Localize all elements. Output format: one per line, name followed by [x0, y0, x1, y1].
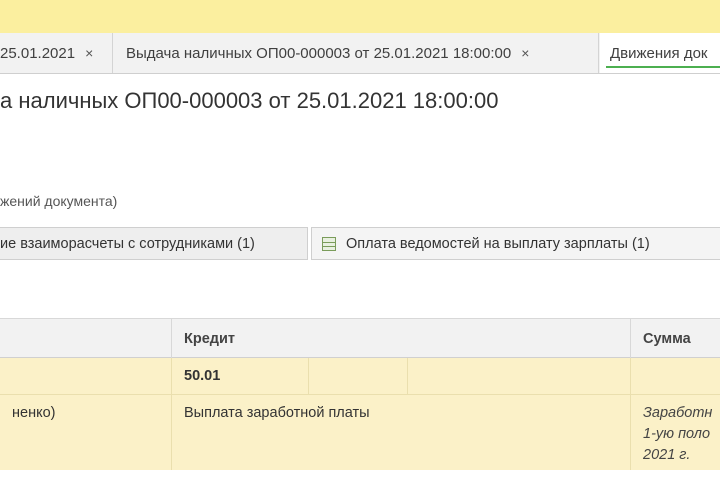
amount-cell — [631, 358, 720, 394]
amount-text-line: Заработн — [643, 405, 713, 421]
tab-label: 25.01.2021 — [0, 44, 76, 62]
close-icon[interactable]: × — [85, 45, 93, 61]
debit-cell — [0, 358, 172, 394]
register-tab-label: Оплата ведомостей на выплату зарплаты (1… — [346, 235, 650, 252]
column-header-debit[interactable] — [0, 319, 172, 358]
credit-account-cell: 50.01 — [172, 358, 309, 394]
table-header: Кредит Сумма — [0, 318, 720, 358]
table-row[interactable]: ненко) Выплата заработной платы Заработн… — [0, 395, 720, 470]
credit-subconto-cell — [309, 358, 408, 394]
credit-description-cell: Выплата заработной платы — [172, 395, 631, 470]
amount-text-line: 1-ую поло — [643, 426, 711, 442]
tab-label: Выдача наличных ОП00-000003 от 25.01.202… — [126, 44, 512, 62]
open-windows-tabbar: 25.01.2021 × Выдача наличных ОП00-000003… — [0, 33, 720, 74]
debit-cell: ненко) — [0, 395, 172, 470]
active-tab-indicator — [606, 66, 720, 68]
page-subtitle: жений документа) — [0, 193, 118, 209]
register-table-icon — [322, 236, 336, 251]
amount-text-line: 2021 г. — [643, 447, 691, 463]
tab-label: Движения док — [610, 44, 708, 62]
column-header-amount[interactable]: Сумма — [631, 319, 720, 358]
credit-subconto-cell — [408, 358, 631, 394]
column-header-credit[interactable]: Кредит — [172, 319, 631, 358]
table-row[interactable]: 50.01 — [0, 358, 720, 395]
close-icon[interactable]: × — [521, 45, 529, 61]
top-info-bar — [0, 0, 720, 34]
tab-document-movements[interactable]: Движения док — [600, 33, 720, 73]
tab-cash-issue-document[interactable]: Выдача наличных ОП00-000003 от 25.01.202… — [114, 33, 599, 73]
page-title: а наличных ОП00-000003 от 25.01.2021 18:… — [0, 88, 499, 113]
tab-previous-document[interactable]: 25.01.2021 × — [0, 33, 113, 73]
amount-cell: Заработн 1-ую поло 2021 г. — [631, 395, 720, 470]
register-tab-label: ие взаиморасчеты с сотрудниками (1) — [0, 235, 255, 252]
register-tab-payroll-statements[interactable]: Оплата ведомостей на выплату зарплаты (1… — [311, 227, 720, 260]
register-tab-settlements[interactable]: ие взаиморасчеты с сотрудниками (1) — [0, 227, 308, 260]
